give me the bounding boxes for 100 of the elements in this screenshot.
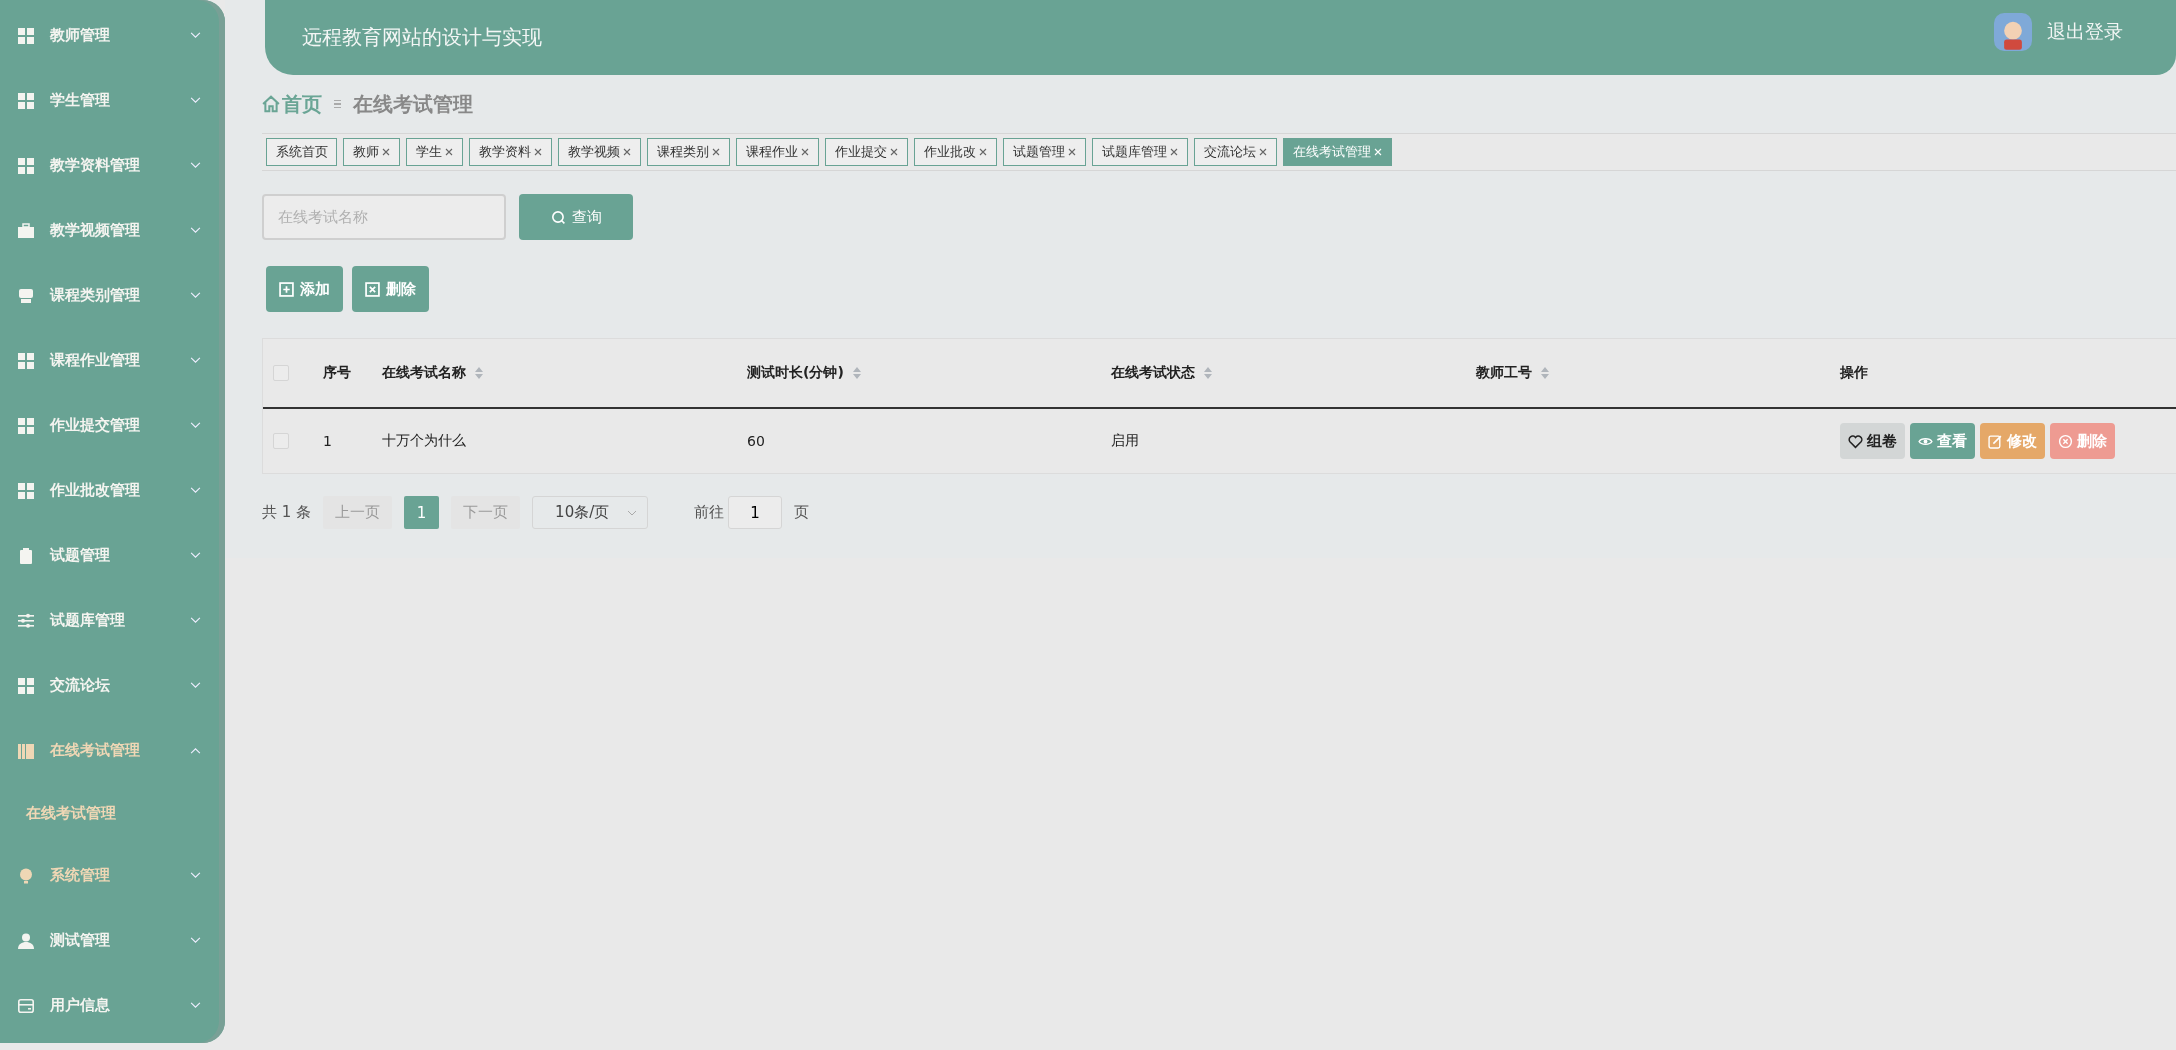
menu-icon xyxy=(18,612,34,629)
menu-icon xyxy=(18,677,34,694)
menu-label: 教师管理 xyxy=(50,26,111,45)
menu-item[interactable]: 课程作业管理 xyxy=(0,328,225,393)
separator-icon xyxy=(334,99,341,109)
search-button[interactable]: 查询 xyxy=(519,194,633,240)
page-number[interactable]: 1 xyxy=(404,496,440,529)
submenu-item[interactable]: 在线考试管理 xyxy=(0,783,225,843)
delete-button[interactable]: 删除 xyxy=(352,266,429,312)
menu-icon xyxy=(18,157,34,174)
chevron-icon xyxy=(190,227,201,234)
close-icon[interactable] xyxy=(1169,147,1179,157)
x-circle-icon xyxy=(2058,433,2073,449)
menu-icon xyxy=(18,482,34,499)
tab[interactable]: 教学资料 xyxy=(469,138,552,166)
tab[interactable]: 教师 xyxy=(343,138,400,166)
total-count: 共 1 条 xyxy=(262,503,312,522)
breadcrumb-item[interactable]: 首页 xyxy=(282,90,322,118)
close-icon[interactable] xyxy=(533,147,543,157)
row-action-button[interactable]: 修改 xyxy=(1980,423,2045,459)
menu-item[interactable]: 系统管理 xyxy=(0,843,225,908)
page-size-select[interactable]: 10条/页 xyxy=(532,496,649,529)
tab[interactable]: 系统首页 xyxy=(266,138,337,166)
menu-icon xyxy=(18,997,34,1014)
close-icon[interactable] xyxy=(1258,147,1268,157)
menu-label: 作业批改管理 xyxy=(50,481,141,500)
menu-icon xyxy=(18,287,34,304)
add-button[interactable]: 添加 xyxy=(266,266,343,312)
x-square-icon xyxy=(365,281,380,297)
close-icon[interactable] xyxy=(444,147,454,157)
page-unit: 页 xyxy=(794,503,810,522)
chevron-icon xyxy=(190,487,201,494)
menu-label: 交流论坛 xyxy=(50,676,111,695)
close-icon[interactable] xyxy=(622,147,632,157)
table-cell: 十万个为什么 xyxy=(382,432,466,450)
column-header: 在线考试状态 xyxy=(1111,364,1195,382)
menu-label: 测试管理 xyxy=(50,931,111,950)
close-icon[interactable] xyxy=(889,147,899,157)
breadcrumb-item: 在线考试管理 xyxy=(353,90,473,118)
chevron-icon xyxy=(190,162,201,169)
chevron-icon xyxy=(190,872,201,879)
search-icon xyxy=(550,209,566,225)
menu-item[interactable]: 作业批改管理 xyxy=(0,458,225,523)
chevron-icon xyxy=(190,747,201,754)
menu-label: 系统管理 xyxy=(50,866,111,885)
close-icon[interactable] xyxy=(800,147,810,157)
menu-label: 课程作业管理 xyxy=(50,351,141,370)
tab[interactable]: 课程类别 xyxy=(647,138,730,166)
page-input[interactable]: 1 xyxy=(728,496,783,529)
menu-item[interactable]: 测试管理 xyxy=(0,908,225,973)
tab[interactable]: 作业批改 xyxy=(914,138,997,166)
tab[interactable]: 在线考试管理 xyxy=(1283,138,1392,166)
menu-icon xyxy=(18,92,34,109)
menu-item[interactable]: 试题管理 xyxy=(0,523,225,588)
chevron-icon xyxy=(190,552,201,559)
menu-icon xyxy=(18,547,34,564)
menu-label: 试题管理 xyxy=(50,546,111,565)
menu-item[interactable]: 教学视频管理 xyxy=(0,198,225,263)
close-icon[interactable] xyxy=(978,147,988,157)
row-action-button[interactable]: 组卷 xyxy=(1840,423,1905,459)
menu-icon xyxy=(18,867,34,884)
menu-item[interactable]: 用户信息 xyxy=(0,973,225,1038)
column-header: 教师工号 xyxy=(1476,364,1532,382)
chevron-icon xyxy=(190,357,201,364)
chevron-icon xyxy=(190,682,201,689)
menu-label: 学生管理 xyxy=(50,91,111,110)
row-action-button[interactable]: 删除 xyxy=(2050,423,2115,459)
menu-label: 在线考试管理 xyxy=(50,741,141,760)
chevron-icon xyxy=(190,617,201,624)
tab[interactable]: 学生 xyxy=(406,138,463,166)
menu-item[interactable]: 作业提交管理 xyxy=(0,393,225,458)
tab[interactable]: 交流论坛 xyxy=(1194,138,1277,166)
menu-item[interactable]: 课程类别管理 xyxy=(0,263,225,328)
avatar xyxy=(1994,12,2032,51)
menu-item[interactable]: 在线考试管理 xyxy=(0,718,225,783)
table-cell: 1 xyxy=(323,433,332,449)
close-icon[interactable] xyxy=(711,147,721,157)
table-cell: 60 xyxy=(747,433,765,449)
row-action-button[interactable]: 查看 xyxy=(1910,423,1975,459)
tab[interactable]: 试题管理 xyxy=(1003,138,1086,166)
menu-item[interactable]: 教学资料管理 xyxy=(0,133,225,198)
menu-item[interactable]: 教师管理 xyxy=(0,3,225,68)
chevron-icon xyxy=(190,97,201,104)
menu-item[interactable]: 交流论坛 xyxy=(0,653,225,718)
tab[interactable]: 试题库管理 xyxy=(1092,138,1188,166)
chevron-icon xyxy=(190,937,201,944)
search-field[interactable]: 在线考试名称 xyxy=(262,194,506,240)
logout-link[interactable]: 退出登录 xyxy=(2047,18,2123,45)
tab[interactable]: 教学视频 xyxy=(558,138,641,166)
tab[interactable]: 课程作业 xyxy=(736,138,819,166)
column-header: 在线考试名称 xyxy=(382,364,466,382)
column-header: 测试时长(分钟) xyxy=(747,364,844,382)
tab[interactable]: 作业提交 xyxy=(825,138,908,166)
menu-item[interactable]: 试题库管理 xyxy=(0,588,225,653)
chevron-icon xyxy=(190,1002,201,1009)
close-icon[interactable] xyxy=(381,147,391,157)
menu-label: 试题库管理 xyxy=(50,611,126,630)
close-icon[interactable] xyxy=(1067,147,1077,157)
menu-item[interactable]: 学生管理 xyxy=(0,68,225,133)
plus-square-icon xyxy=(279,281,294,297)
